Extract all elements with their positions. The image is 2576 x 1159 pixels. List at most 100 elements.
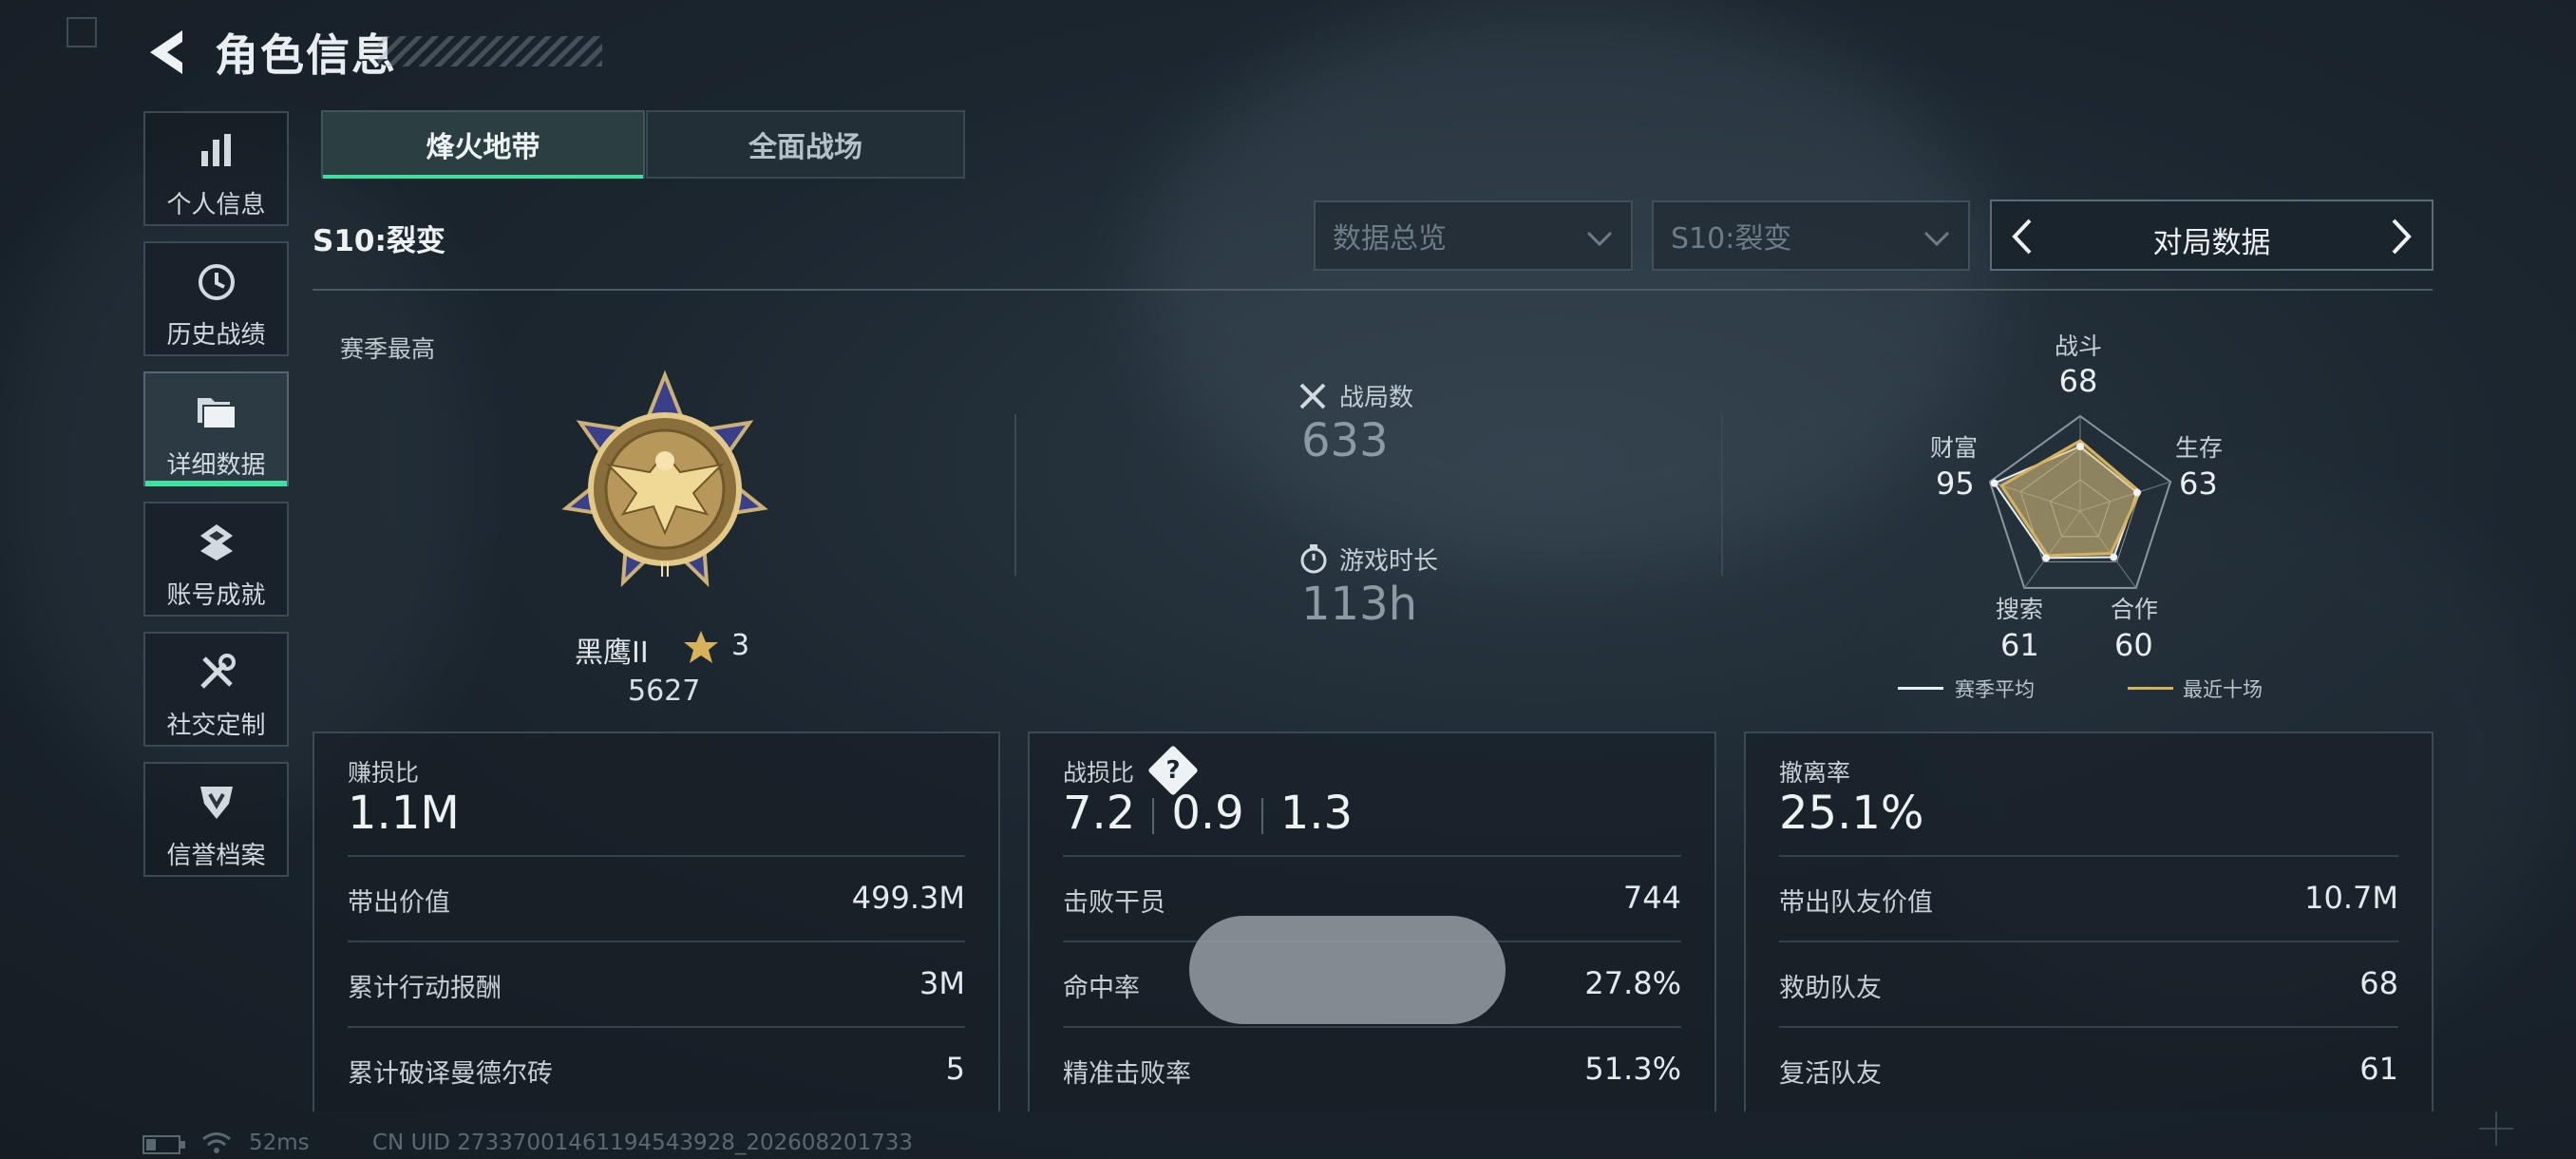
sidebar-item-label: 信誉档案	[166, 842, 266, 870]
kd-value: 7.2	[1063, 787, 1136, 840]
sidebar-item-profile[interactable]: 个人信息	[143, 111, 289, 226]
radar-label-combat: 战斗	[2054, 332, 2102, 360]
radar-point	[2042, 554, 2051, 562]
stopwatch-icon	[1300, 544, 1327, 574]
tab-full-battlefield[interactable]: 全面战场	[646, 110, 965, 179]
sidebar-item-label: 详细数据	[166, 451, 266, 480]
rank-stars: 3	[731, 629, 750, 662]
extract-card: 撤离率 25.1% 带出队友价值 10.7M 救助队友 68 复活队友 61	[1744, 732, 2434, 1112]
card-value: 1.1M	[348, 787, 460, 840]
dropdown-value: 数据总览	[1333, 222, 1447, 256]
stat-label: 带出价值	[348, 888, 450, 918]
stat-row: 带出队友价值 10.7M	[1779, 855, 2398, 942]
star-icon	[684, 631, 718, 663]
legend-swatch-recent	[2128, 687, 2173, 690]
card-title: 撤离率	[1779, 759, 1851, 787]
radar-label-wealth: 财富	[1930, 434, 1979, 462]
season-label: S10:裂变	[313, 224, 445, 258]
rank-medal: II	[545, 366, 785, 594]
card-title: 战损比	[1063, 759, 1135, 787]
radar-point	[1990, 479, 1998, 487]
playtime-value: 113h	[1301, 578, 1418, 631]
ping-text: 52ms	[249, 1130, 310, 1155]
sidebar-item-label: 个人信息	[166, 191, 266, 219]
chevron-right-icon[interactable]	[2384, 217, 2418, 256]
stat-label: 救助队友	[1779, 974, 1882, 1003]
radar-value-combat: 68	[2058, 363, 2098, 399]
radar-value-survival: 63	[2179, 466, 2218, 502]
page-title: 角色信息	[215, 29, 397, 81]
card-value: 25.1%	[1779, 787, 1924, 840]
sidebar-item-credit[interactable]: 信誉档案	[143, 762, 289, 877]
data-scope-dropdown[interactable]: 数据总览	[1314, 200, 1633, 271]
active-tab-indicator	[323, 175, 643, 179]
tab-warzone[interactable]: 烽火地带	[321, 110, 645, 179]
stat-label: 累计破译曼德尔砖	[348, 1059, 553, 1089]
svg-text:II: II	[659, 559, 671, 581]
sidebar-item-achievements[interactable]: 账号成就	[143, 502, 289, 617]
folder-icon	[197, 398, 237, 429]
kd-values: 7.2 0.9 1.3	[1063, 787, 1353, 840]
tools-icon	[199, 654, 236, 689]
radar-value-coop: 60	[2114, 627, 2153, 663]
stat-row: 累计破译曼德尔砖 5	[348, 1026, 965, 1113]
radar-label-survival: 生存	[2175, 434, 2224, 462]
stat-value: 51.3%	[1584, 1051, 1681, 1087]
sidebar-item-label: 账号成就	[166, 581, 266, 610]
wifi-icon	[202, 1132, 231, 1153]
crossed-swords-icon	[1299, 383, 1326, 409]
back-arrow-icon	[150, 30, 182, 74]
stat-value: 68	[2359, 965, 2398, 1001]
legend-swatch-season	[1898, 687, 1943, 690]
stat-label: 命中率	[1063, 974, 1140, 1003]
radar-point	[2110, 553, 2118, 561]
history-icon	[198, 264, 235, 300]
legend-season-avg: 赛季平均	[1955, 678, 2035, 701]
chevron-down-icon	[1586, 231, 1613, 247]
floating-overlay[interactable]	[1189, 916, 1506, 1024]
sidebar-item-detailed-data[interactable]: 详细数据	[143, 371, 289, 486]
rank-score: 5627	[628, 674, 701, 708]
stat-label: 带出队友价值	[1779, 888, 1933, 918]
divider	[1014, 414, 1016, 576]
back-button[interactable]	[142, 25, 190, 80]
credit-shield-icon	[199, 787, 233, 819]
rank-name: 黑鹰II	[575, 636, 649, 670]
corner-marker	[66, 17, 97, 48]
sidebar-item-label: 社交定制	[166, 712, 266, 740]
stat-row: 精准击败率 51.3%	[1063, 1026, 1681, 1113]
stat-label: 击败干员	[1063, 888, 1165, 918]
season-dropdown[interactable]: S10:裂变	[1652, 200, 1970, 271]
rank-emblem-icon: II	[561, 370, 768, 588]
tab-label: 烽火地带	[426, 131, 540, 164]
stat-value: 744	[1622, 880, 1681, 916]
stat-value: 61	[2359, 1051, 2398, 1087]
radar-label-search: 搜索	[1996, 596, 2044, 623]
sidebar-item-label: 历史战绩	[166, 321, 266, 350]
radar-value-wealth: 95	[1936, 466, 1975, 502]
stat-value: 10.7M	[2304, 880, 2398, 916]
help-icon: ?	[1165, 756, 1181, 785]
dropdown-value: S10:裂变	[1671, 222, 1792, 256]
title-decoration	[378, 36, 602, 66]
radar-value-search: 61	[2000, 627, 2039, 663]
card-title: 赚损比	[348, 759, 420, 787]
achievement-icon	[199, 524, 233, 560]
radar-label-coop: 合作	[2111, 596, 2159, 623]
pager-label: 对局数据	[2152, 226, 2271, 260]
stat-value: 27.8%	[1584, 965, 1681, 1001]
stat-row: 累计行动报酬 3M	[348, 940, 965, 1028]
battery-icon	[142, 1135, 185, 1154]
radar-point	[2076, 443, 2084, 450]
radar-point	[2132, 488, 2141, 497]
sidebar-item-history[interactable]: 历史战绩	[143, 241, 289, 356]
legend-recent-ten: 最近十场	[2183, 678, 2263, 701]
bar-chart-icon	[200, 134, 231, 166]
stat-label: 复活队友	[1779, 1059, 1882, 1089]
kd-value: 0.9	[1171, 787, 1244, 840]
active-indicator	[145, 481, 287, 486]
kd-value: 1.3	[1279, 787, 1354, 840]
stat-row: 复活队友 61	[1779, 1026, 2398, 1113]
sidebar-item-social[interactable]: 社交定制	[143, 632, 289, 747]
stat-label: 累计行动报酬	[348, 974, 502, 1003]
